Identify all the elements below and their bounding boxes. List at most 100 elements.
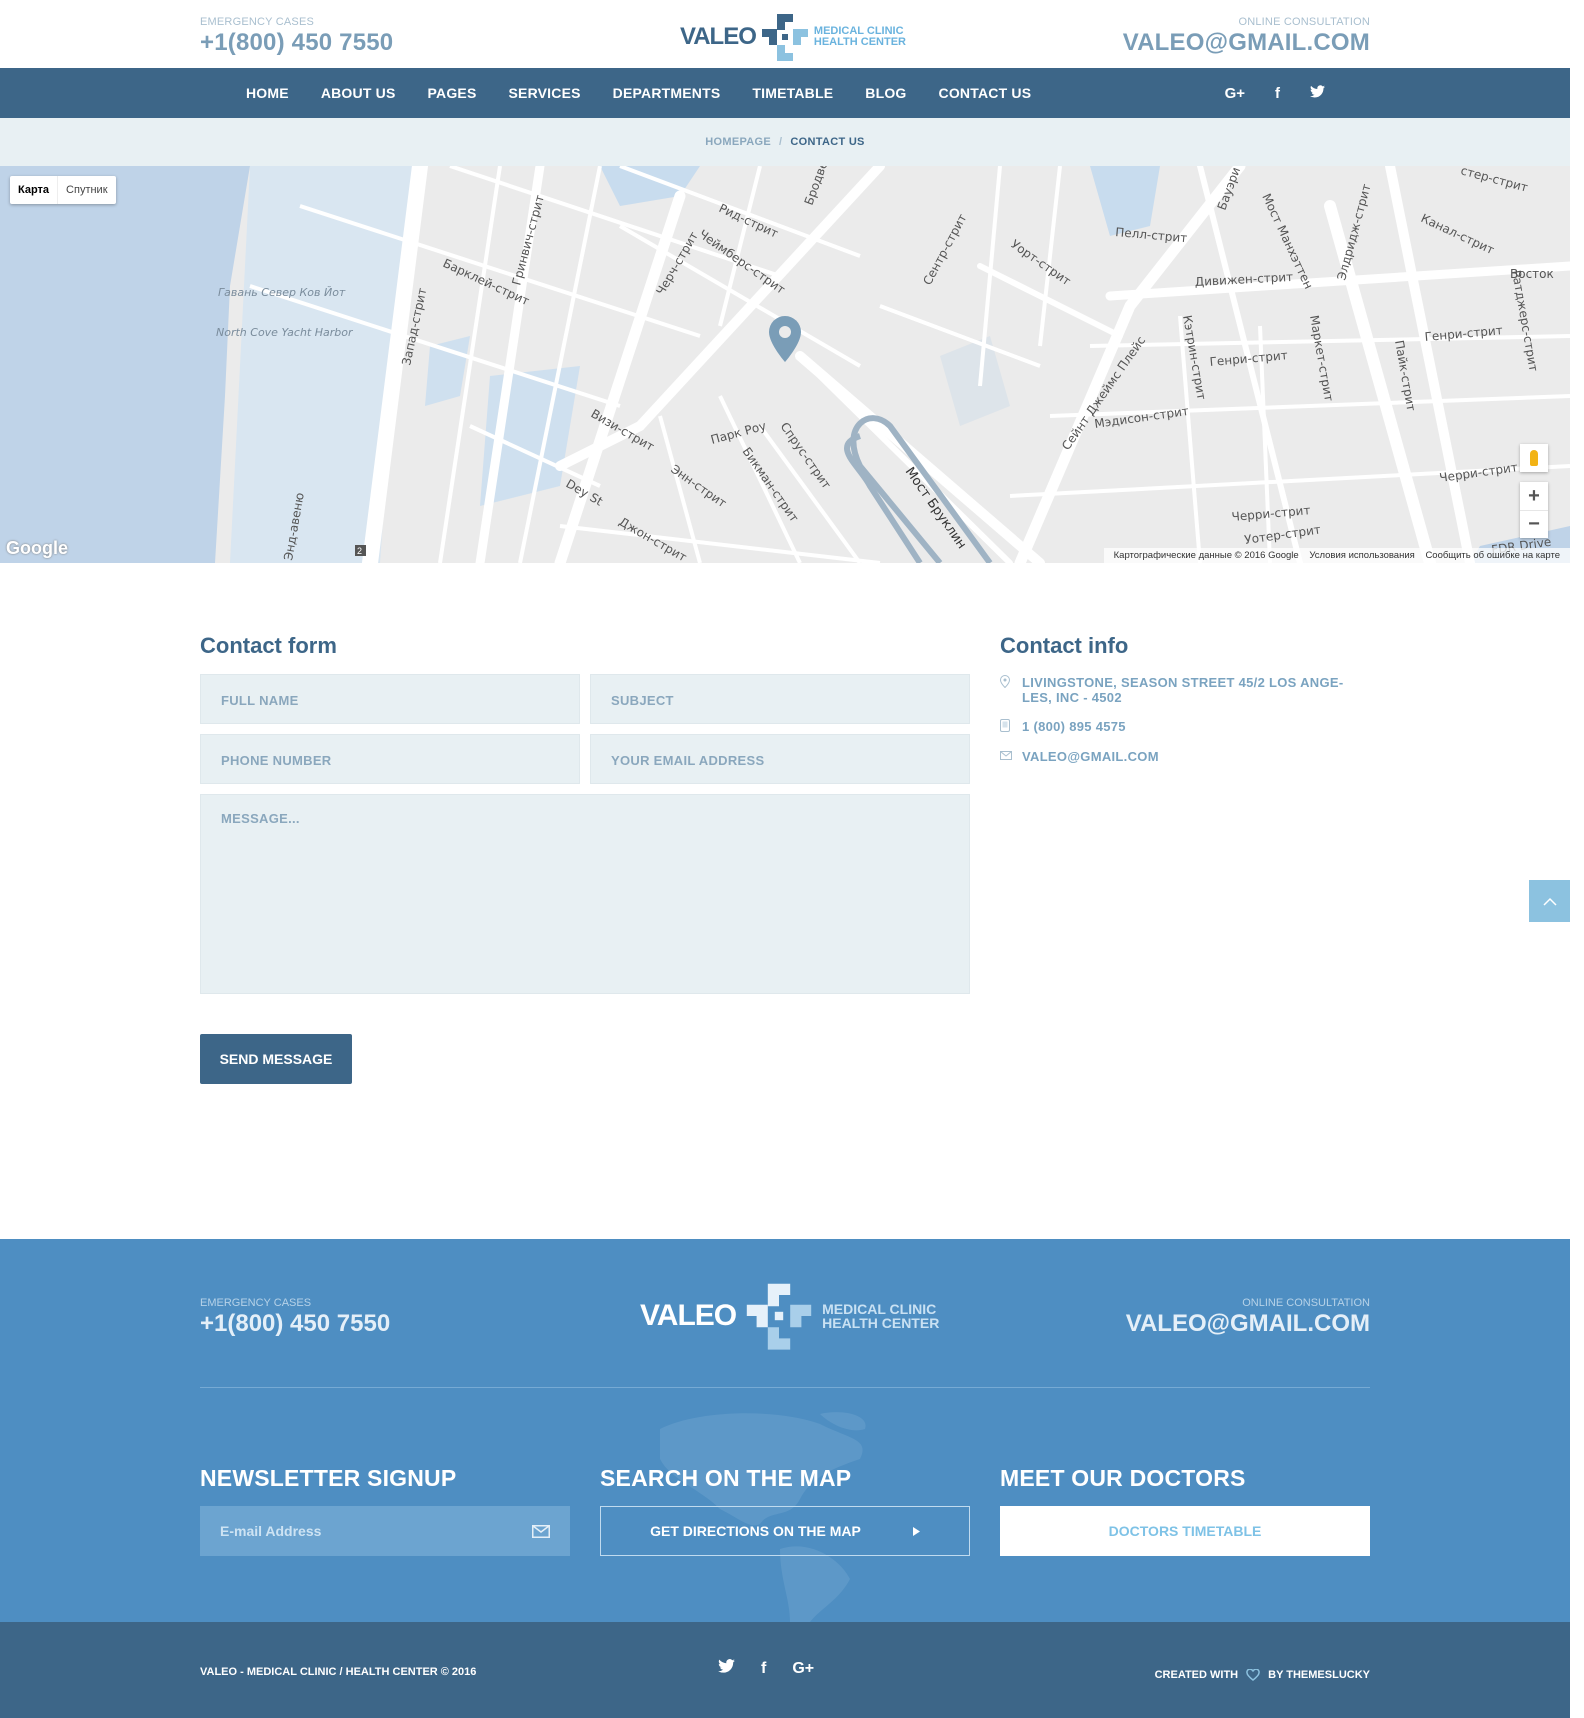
map-type-control: Карта Спутник	[10, 176, 116, 204]
google-map[interactable]: 2 Гавань Север Ков Йот North Cove Yacht …	[0, 166, 1570, 563]
doctors-timetable-button[interactable]: DOCTORS TIMETABLE	[1000, 1506, 1370, 1556]
footer-twitter-icon[interactable]	[718, 1659, 735, 1678]
nav-item-blog[interactable]: BLOG	[865, 85, 906, 101]
get-directions-button[interactable]: GET DIRECTIONS ON THE MAP	[600, 1506, 970, 1556]
nav-item-pages[interactable]: PAGES	[428, 85, 477, 101]
map-label-harbor-en: North Cove Yacht Harbor	[216, 326, 354, 339]
map-report-link[interactable]: Сообщить об ошибке на карте	[1425, 550, 1560, 561]
google-logo: Google	[6, 538, 68, 558]
footer-consultation-block: ONLINE CONSULTATION VALEO@GMAIL.COM	[1126, 1297, 1370, 1338]
emergency-block: EMERGENCY CASES +1(800) 450 7550	[200, 16, 393, 57]
facebook-icon[interactable]: f	[1275, 85, 1280, 102]
footer-emergency-label: EMERGENCY CASES	[200, 1297, 312, 1309]
message-textarea[interactable]: MESSAGE...	[200, 794, 970, 994]
copyright: VALEO - MEDICAL CLINIC / HEALTH CENTER ©…	[200, 1666, 477, 1678]
street-view-pegman-icon[interactable]	[1520, 444, 1548, 472]
envelope-submit-icon[interactable]	[532, 1524, 550, 1538]
map-terms-link[interactable]: Условия использования	[1309, 550, 1414, 561]
newsletter-placeholder: E-mail Address	[220, 1523, 322, 1539]
map-type-map-button[interactable]: Карта	[10, 176, 57, 204]
contact-email: VALEO@GMAIL.COM	[1000, 749, 1159, 764]
footer-emergency-block: EMERGENCY CASES +1(800) 450 7550	[200, 1297, 390, 1338]
svg-text:2: 2	[357, 546, 362, 556]
address-line-2: LES, INC - 4502	[1022, 690, 1122, 705]
envelope-icon	[1000, 749, 1022, 764]
credits: CREATED WITH BY THEMESLUCKY	[1155, 1669, 1370, 1681]
map-label-east: Восток	[1510, 267, 1554, 281]
footer-consult-email[interactable]: VALEO@GMAIL.COM	[1126, 1310, 1370, 1338]
footer-logo-word: VALEO	[640, 1299, 737, 1332]
nav-menu: HOME ABOUT US PAGES SERVICES DEPARTMENTS…	[230, 68, 1047, 118]
breadcrumb: HOMEPAGE / CONTACT US	[0, 118, 1570, 166]
nav-item-departments[interactable]: DEPARTMENTS	[613, 85, 721, 101]
contact-form-title: Contact form	[200, 633, 337, 658]
address-line-1: LIVINGSTONE, SEASON STREET 45/2 LOS ANGE…	[1022, 675, 1344, 690]
map-attribution: Картографические данные © 2016 Google Ус…	[1103, 548, 1570, 563]
breadcrumb-separator: /	[779, 136, 783, 148]
bottom-bar: VALEO - MEDICAL CLINIC / HEALTH CENTER ©…	[0, 1622, 1570, 1718]
scroll-to-top-button[interactable]	[1529, 880, 1570, 922]
consultation-block: ONLINE CONSULTATION VALEO@GMAIL.COM	[1123, 16, 1370, 57]
meet-doctors-title: MEET OUR DOCTORS	[1000, 1465, 1246, 1491]
map-type-satellite-button[interactable]: Спутник	[57, 176, 115, 204]
send-message-button[interactable]: SEND MESSAGE	[200, 1034, 352, 1084]
nav-item-services[interactable]: SERVICES	[509, 85, 581, 101]
contact-phone-number[interactable]: 1 (800) 895 4575	[1022, 719, 1126, 734]
contact-email-address[interactable]: VALEO@GMAIL.COM	[1022, 749, 1159, 764]
footer: EMERGENCY CASES +1(800) 450 7550 VALEO M…	[0, 1239, 1570, 1622]
get-directions-label: GET DIRECTIONS ON THE MAP	[650, 1523, 861, 1539]
themeslucky-link[interactable]: BY THEMESLUCKY	[1268, 1669, 1370, 1681]
email-field[interactable]: YOUR EMAIL ADDRESS	[590, 734, 970, 784]
logo-line2: HEALTH CENTER	[813, 36, 906, 48]
map-label-harbor: Гавань Север Ков Йот	[218, 286, 346, 299]
emergency-label: EMERGENCY CASES	[200, 16, 315, 28]
full-name-field[interactable]: FULL NAME	[200, 674, 580, 724]
search-map-title: SEARCH ON THE MAP	[600, 1465, 852, 1491]
footer-social: f G+	[718, 1659, 840, 1678]
consult-email[interactable]: VALEO@GMAIL.COM	[1123, 29, 1370, 57]
play-arrow-icon	[912, 1526, 920, 1536]
map-data-credit: Картографические данные © 2016 Google	[1113, 550, 1299, 561]
twitter-icon[interactable]	[1310, 84, 1325, 102]
footer-logo-line2: HEALTH CENTER	[822, 1315, 940, 1331]
breadcrumb-home[interactable]: HOMEPAGE	[705, 136, 771, 148]
emergency-phone[interactable]: +1(800) 450 7550	[200, 29, 393, 57]
contact-phone: 1 (800) 895 4575	[1000, 719, 1126, 736]
footer-logo-cross-icon	[746, 1283, 812, 1350]
logo-word: VALEO	[680, 23, 757, 50]
footer-facebook-icon[interactable]: f	[761, 1660, 766, 1678]
location-pin-icon	[999, 674, 1022, 692]
logo-cross-icon	[761, 14, 808, 61]
footer-google-plus-icon[interactable]: G+	[792, 1660, 814, 1678]
footer-emergency-phone[interactable]: +1(800) 450 7550	[200, 1310, 390, 1338]
footer-logo[interactable]: VALEO MEDICAL CLINIC HEALTH CENTER	[640, 1281, 939, 1351]
contact-info-title: Contact info	[1000, 633, 1129, 658]
zoom-in-button[interactable]: +	[1520, 482, 1548, 510]
map-canvas[interactable]: 2 Гавань Север Ков Йот North Cove Yacht …	[0, 166, 1570, 563]
top-header: EMERGENCY CASES +1(800) 450 7550 VALEO M…	[0, 0, 1570, 68]
zoom-control: + −	[1520, 482, 1548, 538]
google-plus-icon[interactable]: G+	[1225, 85, 1245, 102]
contact-address: LIVINGSTONE, SEASON STREET 45/2 LOS ANGE…	[999, 674, 1344, 705]
phone-number-field[interactable]: PHONE NUMBER	[200, 734, 580, 784]
page: EMERGENCY CASES +1(800) 450 7550 VALEO M…	[0, 0, 1570, 1718]
heart-icon	[1246, 1669, 1260, 1681]
newsletter-title: NEWSLETTER SIGNUP	[200, 1465, 457, 1491]
nav-item-timetable[interactable]: TIMETABLE	[752, 85, 833, 101]
nav-social: G+ f	[1195, 68, 1325, 118]
footer-divider	[200, 1387, 1370, 1388]
nav-item-contact[interactable]: CONTACT US	[939, 85, 1032, 101]
nav-item-about[interactable]: ABOUT US	[321, 85, 396, 101]
chevron-up-icon	[1542, 897, 1557, 906]
main-nav: HOME ABOUT US PAGES SERVICES DEPARTMENTS…	[0, 68, 1570, 118]
breadcrumb-current: CONTACT US	[790, 136, 865, 148]
newsletter-email-input[interactable]: E-mail Address	[200, 1506, 570, 1556]
zoom-out-button[interactable]: −	[1520, 510, 1548, 538]
site-logo[interactable]: VALEO MEDICAL CLINIC HEALTH CENTER	[680, 12, 906, 62]
consult-label: ONLINE CONSULTATION	[1238, 16, 1370, 28]
nav-item-home[interactable]: HOME	[246, 85, 289, 101]
phone-icon	[1000, 719, 1022, 736]
subject-field[interactable]: SUBJECT	[590, 674, 970, 724]
footer-consult-label: ONLINE CONSULTATION	[1242, 1297, 1370, 1309]
created-with-label: CREATED WITH	[1154, 1669, 1239, 1681]
